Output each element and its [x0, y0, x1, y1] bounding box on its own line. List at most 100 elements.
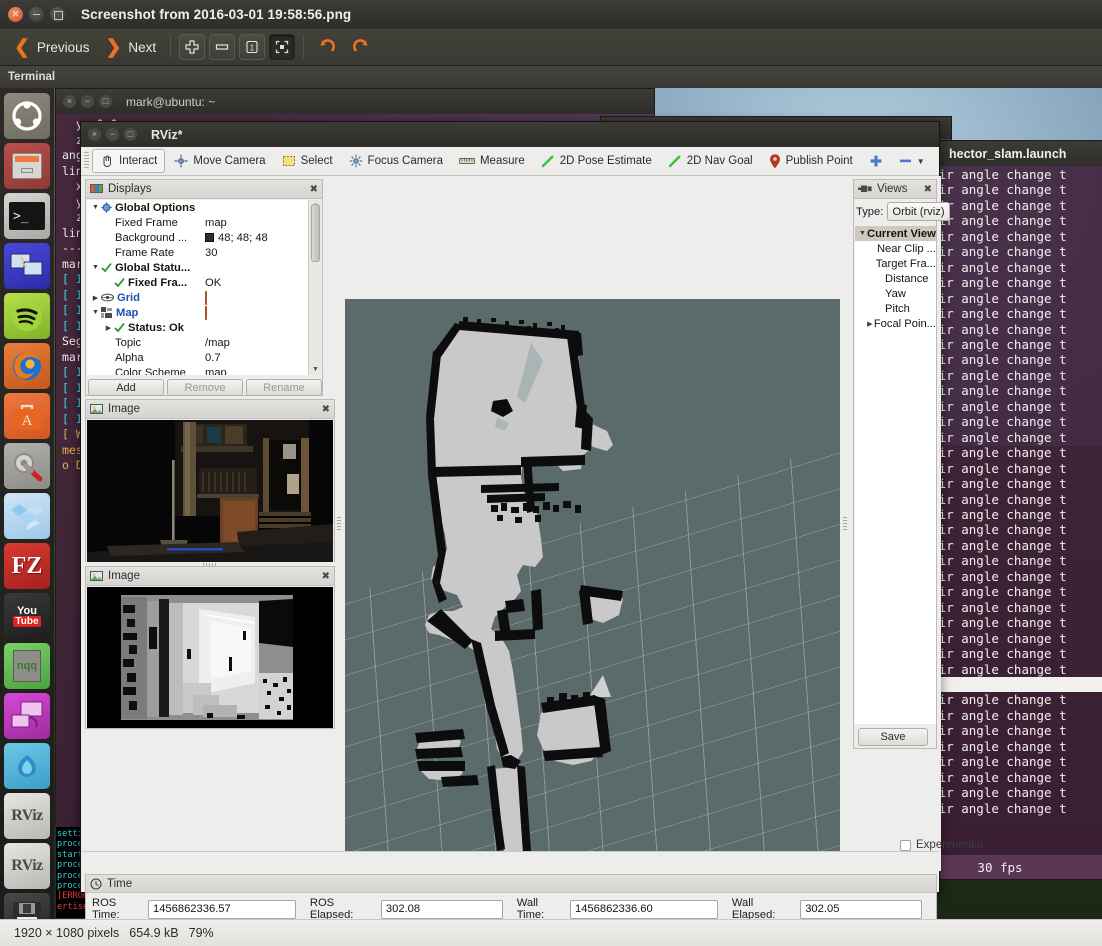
chevron-down-icon[interactable]: ▼ — [858, 230, 867, 237]
previous-button[interactable]: ❮ Previous — [6, 33, 97, 61]
launcher-item-ubuntu-dash[interactable] — [4, 93, 50, 139]
rviz-tool-measure[interactable]: Measure — [452, 149, 532, 173]
save-view-button[interactable]: Save — [858, 728, 928, 746]
close-icon[interactable]: × — [63, 95, 76, 108]
display-row-value[interactable]: OK — [205, 277, 221, 289]
maximize-icon[interactable] — [50, 7, 65, 22]
toolbar-drag-handle[interactable] — [84, 152, 89, 170]
rviz-window[interactable]: × − □ RViz* Interact Move Camera Select Foc… — [80, 121, 950, 919]
launcher-item-save-disk[interactable] — [4, 893, 50, 919]
chevron-down-icon[interactable]: ▼ — [917, 157, 925, 166]
minimize-icon[interactable]: − — [81, 95, 94, 108]
remove-display-button[interactable]: Remove — [167, 379, 243, 396]
displays-tree[interactable]: ▼ Global Options Fixed Frame map Background … — [87, 200, 309, 375]
normal-size-icon[interactable]: 1 — [239, 34, 266, 60]
display-row[interactable]: Topic/map — [87, 335, 309, 350]
rviz-tool-publish-point[interactable]: Publish Point — [762, 149, 860, 173]
launcher-item-rviz-2[interactable]: RViz — [4, 843, 50, 889]
display-row-value[interactable]: map — [205, 217, 227, 229]
displays-buttons[interactable]: Add Remove Rename — [88, 379, 322, 396]
minimize-icon[interactable] — [29, 7, 44, 22]
scroll-down-arrow-icon[interactable]: ▼ — [312, 366, 319, 373]
close-panel-icon[interactable]: ✖ — [322, 404, 330, 415]
display-row[interactable]: ▼ Global Statu... — [87, 260, 309, 275]
unity-launcher[interactable]: >_ A FZ You Tube nqq RViz RViz — [0, 88, 54, 919]
rviz-tool-2d-pose-estimate[interactable]: 2D Pose Estimate — [534, 149, 659, 173]
close-panel-icon[interactable]: ✖ — [310, 184, 318, 195]
launcher-item-filezilla[interactable]: FZ — [4, 543, 50, 589]
view-property-row[interactable]: Target Fra... — [855, 256, 936, 271]
chevron-down-icon[interactable]: ▼ — [91, 309, 100, 316]
rotate-left-icon[interactable] — [313, 34, 341, 60]
scrollbar-thumb[interactable] — [311, 204, 320, 262]
display-row[interactable]: Alpha 0.7 — [87, 350, 309, 365]
image-panel-rgb[interactable]: Image ✖ — [85, 399, 335, 564]
display-row-checkbox[interactable] — [205, 291, 207, 305]
view-property-row[interactable]: ▶ Focal Poin... — [855, 316, 936, 331]
display-row[interactable]: ▶ Status: Ok — [87, 320, 309, 335]
close-panel-icon[interactable]: ✖ — [924, 184, 932, 195]
rviz-tool-select[interactable]: Select — [275, 149, 340, 173]
minimize-icon[interactable]: − — [106, 128, 119, 141]
display-row-value[interactable]: 30 — [205, 247, 217, 259]
time-field-input[interactable]: 1456862336.57 — [147, 899, 296, 919]
launcher-item-ubuntu-software[interactable]: A — [4, 393, 50, 439]
next-button[interactable]: ❯ Next — [97, 33, 164, 61]
views-splitter[interactable] — [841, 179, 850, 869]
launcher-item-system-settings[interactable] — [4, 443, 50, 489]
view-property-row[interactable]: Yaw — [855, 286, 936, 301]
launcher-item-gimp[interactable] — [4, 743, 50, 789]
launcher-item-files[interactable] — [4, 143, 50, 189]
image-panel-depth[interactable]: Image ✖ — [85, 566, 335, 729]
rviz-toolbar[interactable]: Interact Move Camera Select Focus Camera Mea… — [81, 147, 939, 176]
rviz-tool-move-camera[interactable]: Move Camera — [167, 149, 272, 173]
zoom-out-icon[interactable] — [209, 34, 236, 60]
displays-splitter[interactable] — [335, 179, 344, 869]
experimental-checkbox[interactable]: Experimental — [900, 839, 983, 851]
display-row-checkbox[interactable] — [205, 306, 207, 320]
display-row-value[interactable]: map — [205, 367, 227, 376]
add-tool-button[interactable] — [862, 149, 890, 173]
time-field-input[interactable]: 302.08 — [380, 899, 503, 919]
rviz-tool-focus-camera[interactable]: Focus Camera — [342, 149, 450, 173]
best-fit-icon[interactable] — [269, 34, 296, 60]
zoom-in-icon[interactable] — [179, 34, 206, 60]
launcher-item-firefox[interactable] — [4, 343, 50, 389]
chevron-down-icon[interactable]: ▼ — [91, 204, 100, 211]
display-row[interactable]: Fixed Fra... OK — [87, 275, 309, 290]
rename-display-button[interactable]: Rename — [246, 379, 322, 396]
rviz-tool-2d-nav-goal[interactable]: 2D Nav Goal — [661, 149, 760, 173]
display-row[interactable]: ▶ Grid — [87, 290, 309, 305]
view-property-row[interactable]: Distance — [855, 271, 936, 286]
view-property-row[interactable]: Near Clip ... — [855, 241, 936, 256]
display-row[interactable]: ▼ Global Options — [87, 200, 309, 215]
launcher-item-rviz-1[interactable]: RViz — [4, 793, 50, 839]
displays-panel[interactable]: Displays ✖ ▼ Global Options Fixed Frame map… — [85, 179, 323, 396]
display-row[interactable]: Color Scheme map — [87, 365, 309, 376]
time-field-input[interactable]: 302.05 — [800, 899, 922, 919]
time-panel[interactable]: Time ROS Time: 1456862336.57 ROS Elapsed: 3… — [85, 874, 937, 919]
view-property-row[interactable]: ▼ Current View — [855, 226, 936, 241]
display-row[interactable]: Fixed Frame map — [87, 215, 309, 230]
launcher-item-terminal[interactable]: >_ — [4, 193, 50, 239]
checkbox-unchecked-icon[interactable] — [900, 839, 911, 851]
view-property-row[interactable]: Pitch — [855, 301, 936, 316]
add-display-button[interactable]: Add — [88, 379, 164, 396]
chevron-right-icon[interactable]: ▶ — [104, 324, 113, 332]
displays-scrollbar[interactable]: ▲ ▼ — [308, 200, 321, 375]
display-row-value[interactable]: /map — [205, 337, 230, 349]
display-row[interactable]: ▼ Map — [87, 305, 309, 320]
launcher-item-dropbox[interactable] — [4, 493, 50, 539]
close-icon[interactable]: × — [88, 128, 101, 141]
rotate-right-icon[interactable] — [347, 34, 375, 60]
display-row-value[interactable]: 48; 48; 48 — [205, 232, 268, 244]
launcher-item-notepadqq[interactable]: nqq — [4, 643, 50, 689]
close-panel-icon[interactable]: ✖ — [322, 571, 330, 582]
rviz-3d-viewport[interactable] — [345, 299, 840, 869]
views-tree[interactable]: ▼ Current View Near Clip ... Target Fra... D… — [855, 226, 936, 724]
view-type-select[interactable]: Orbit (rviz) — [887, 202, 950, 221]
maximize-icon[interactable]: □ — [124, 128, 137, 141]
display-row-value[interactable]: 0.7 — [205, 352, 221, 364]
chevron-down-icon[interactable]: ▼ — [91, 264, 100, 271]
views-panel[interactable]: Views ✖ Type: Orbit (rviz) ▼ Current View… — [853, 179, 950, 749]
